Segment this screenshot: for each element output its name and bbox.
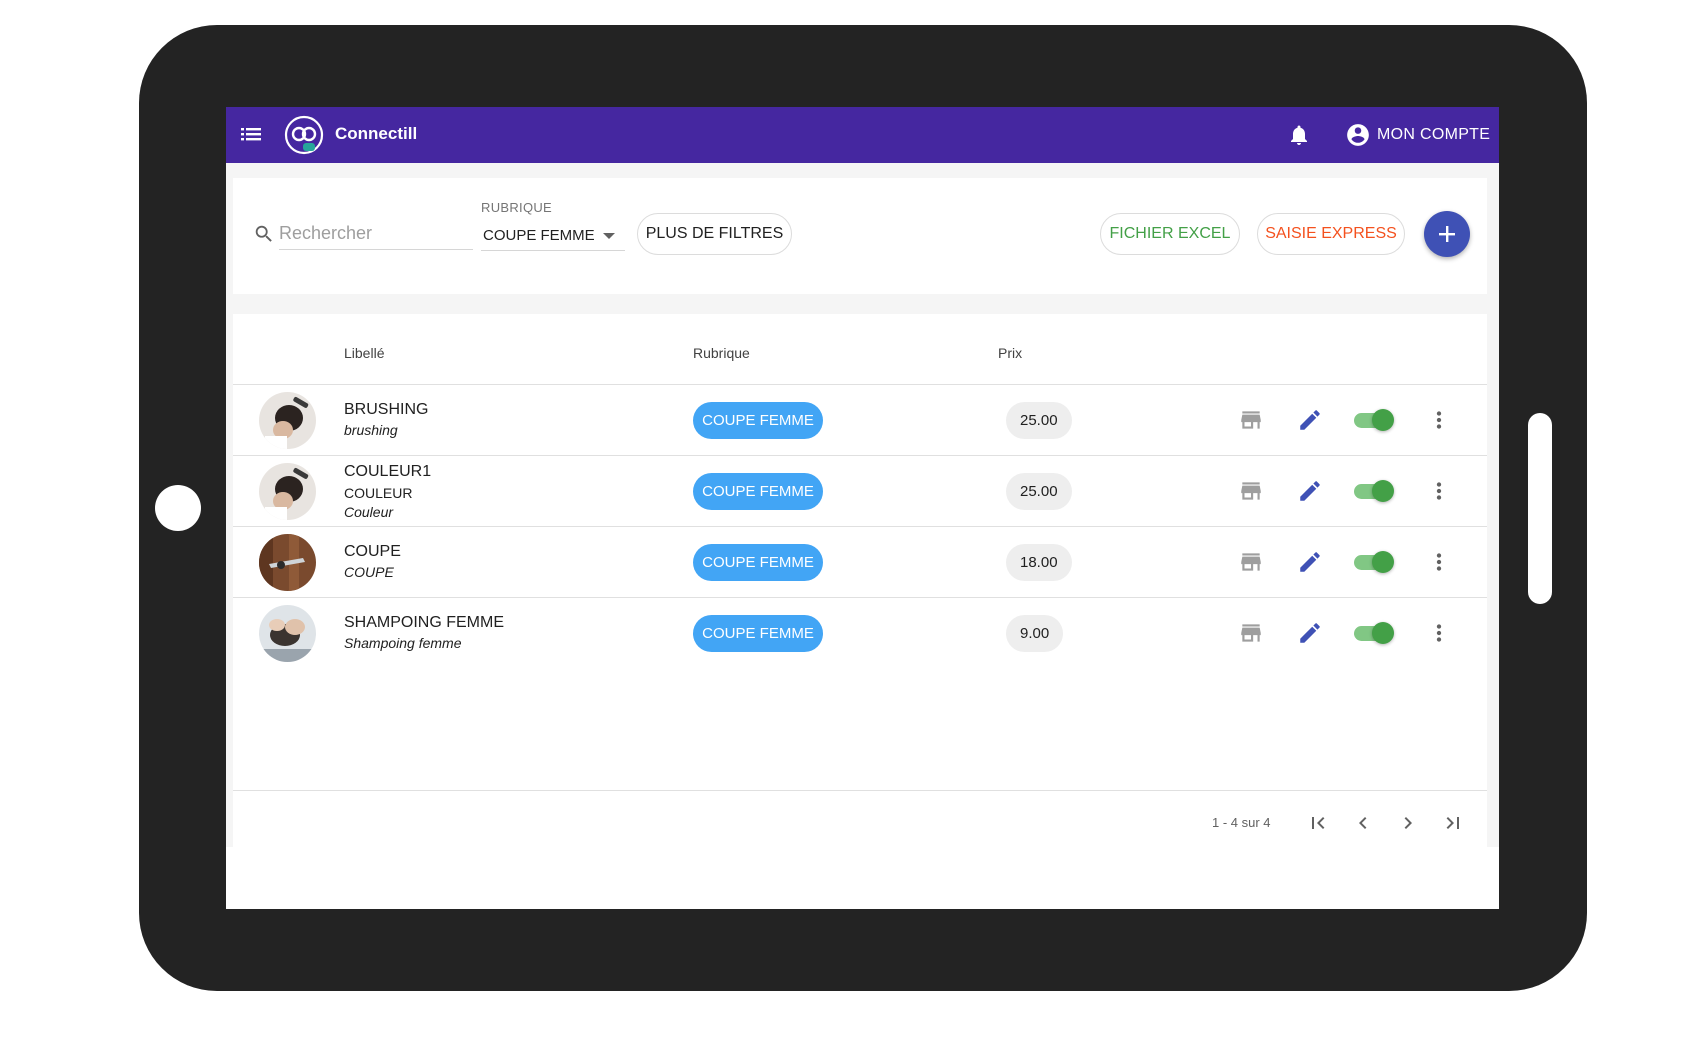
plus-icon: [1439, 226, 1455, 242]
bell-icon[interactable]: [1287, 123, 1311, 147]
rubrique-chip: COUPE FEMME: [693, 615, 823, 652]
product-avatar: [259, 463, 316, 520]
edit-pencil-icon[interactable]: [1297, 478, 1323, 504]
more-vert-icon[interactable]: [1426, 478, 1452, 504]
add-button[interactable]: [1424, 211, 1470, 257]
search-icon: [255, 225, 272, 242]
table-row[interactable]: COUPE COUPE COUPE FEMME 18.00: [233, 527, 1487, 598]
connectill-logo: [284, 115, 324, 155]
column-header-rubrique[interactable]: Rubrique: [693, 345, 750, 361]
top-app-bar: Connectill MON COMPTE: [226, 107, 1499, 163]
column-header-prix[interactable]: Prix: [998, 345, 1022, 361]
table-row[interactable]: COULEUR1 COULEUR Couleur COUPE FEMME 25.…: [233, 456, 1487, 527]
account-label: MON COMPTE: [1377, 126, 1491, 143]
rubrique-chip: COUPE FEMME: [693, 544, 823, 581]
more-vert-icon[interactable]: [1426, 549, 1452, 575]
list-menu-icon[interactable]: [240, 125, 262, 145]
column-header-libelle[interactable]: Libellé: [344, 345, 384, 361]
product-avatar: [259, 392, 316, 449]
app-title: Connectill: [335, 124, 418, 143]
search-input[interactable]: [279, 218, 473, 250]
table-row[interactable]: SHAMPOING FEMME Shampoing femme COUPE FE…: [233, 598, 1487, 669]
price-badge: 25.00: [1006, 402, 1072, 439]
pagination-range: 1 - 4 sur 4: [1212, 815, 1271, 830]
price-badge: 25.00: [1006, 473, 1072, 510]
screen-footer: [226, 847, 1499, 909]
tablet-home-button: [155, 485, 201, 531]
product-avatar: [259, 534, 316, 591]
product-name: COUPE: [344, 543, 401, 560]
filter-bar: RUBRIQUE COUPE FEMME PLUS DE FILTRES FIC…: [233, 178, 1487, 294]
store-icon[interactable]: [1238, 478, 1264, 504]
product-description: Shampoing femme: [344, 635, 462, 651]
active-toggle[interactable]: [1352, 409, 1394, 431]
previous-page-icon[interactable]: [1351, 811, 1375, 835]
more-filters-button[interactable]: PLUS DE FILTRES: [637, 213, 792, 255]
rubrique-label: RUBRIQUE: [481, 200, 553, 215]
row-label: SHAMPOING FEMME Shampoing femme: [344, 614, 504, 651]
more-vert-icon[interactable]: [1426, 407, 1452, 433]
product-description: brushing: [344, 422, 398, 438]
product-subtitle: COULEUR: [344, 485, 413, 501]
product-name: SHAMPOING FEMME: [344, 614, 505, 631]
store-icon[interactable]: [1238, 549, 1264, 575]
row-label: COULEUR1 COULEUR Couleur: [344, 463, 431, 520]
edit-pencil-icon[interactable]: [1297, 407, 1323, 433]
rubrique-selected-value: COUPE FEMME: [483, 227, 595, 244]
toggle-thumb: [1372, 622, 1394, 644]
edit-pencil-icon[interactable]: [1297, 620, 1323, 646]
account-button[interactable]: MON COMPTE: [1345, 121, 1490, 149]
toggle-thumb: [1372, 480, 1394, 502]
active-toggle[interactable]: [1352, 622, 1394, 644]
active-toggle[interactable]: [1352, 480, 1394, 502]
product-description: COUPE: [344, 564, 394, 580]
edit-pencil-icon[interactable]: [1297, 549, 1323, 575]
rubrique-chip: COUPE FEMME: [693, 473, 823, 510]
toggle-thumb: [1372, 551, 1394, 573]
excel-file-button[interactable]: FICHIER EXCEL: [1100, 213, 1240, 255]
store-icon[interactable]: [1238, 620, 1264, 646]
store-icon[interactable]: [1238, 407, 1264, 433]
product-name: COULEUR1: [344, 463, 432, 480]
last-page-icon[interactable]: [1441, 811, 1465, 835]
product-name: BRUSHING: [344, 401, 429, 418]
rubrique-chip: COUPE FEMME: [693, 402, 823, 439]
row-label: COUPE COUPE: [344, 543, 401, 580]
pagination-divider: [233, 790, 1487, 791]
first-page-icon[interactable]: [1306, 811, 1330, 835]
account-circle-icon: [1347, 124, 1369, 146]
product-avatar: [259, 605, 316, 662]
toggle-thumb: [1372, 409, 1394, 431]
products-table: Libellé Rubrique Prix BRUSHING brushing …: [233, 314, 1487, 847]
express-entry-button[interactable]: SAISIE EXPRESS: [1257, 213, 1405, 255]
tablet-side-button: [1528, 413, 1552, 604]
price-badge: 9.00: [1006, 615, 1064, 652]
active-toggle[interactable]: [1352, 551, 1394, 573]
product-description: Couleur: [344, 504, 394, 520]
next-page-icon[interactable]: [1396, 811, 1420, 835]
more-vert-icon[interactable]: [1426, 620, 1452, 646]
row-label: BRUSHING brushing: [344, 401, 428, 438]
rubrique-select[interactable]: COUPE FEMME: [481, 221, 625, 251]
table-row[interactable]: BRUSHING brushing COUPE FEMME 25.00: [233, 385, 1487, 456]
chevron-down-icon: [603, 233, 615, 239]
app-screen: Connectill MON COMPTE RUBRIQUE COUPE FEM…: [226, 107, 1499, 909]
price-badge: 18.00: [1006, 544, 1072, 581]
